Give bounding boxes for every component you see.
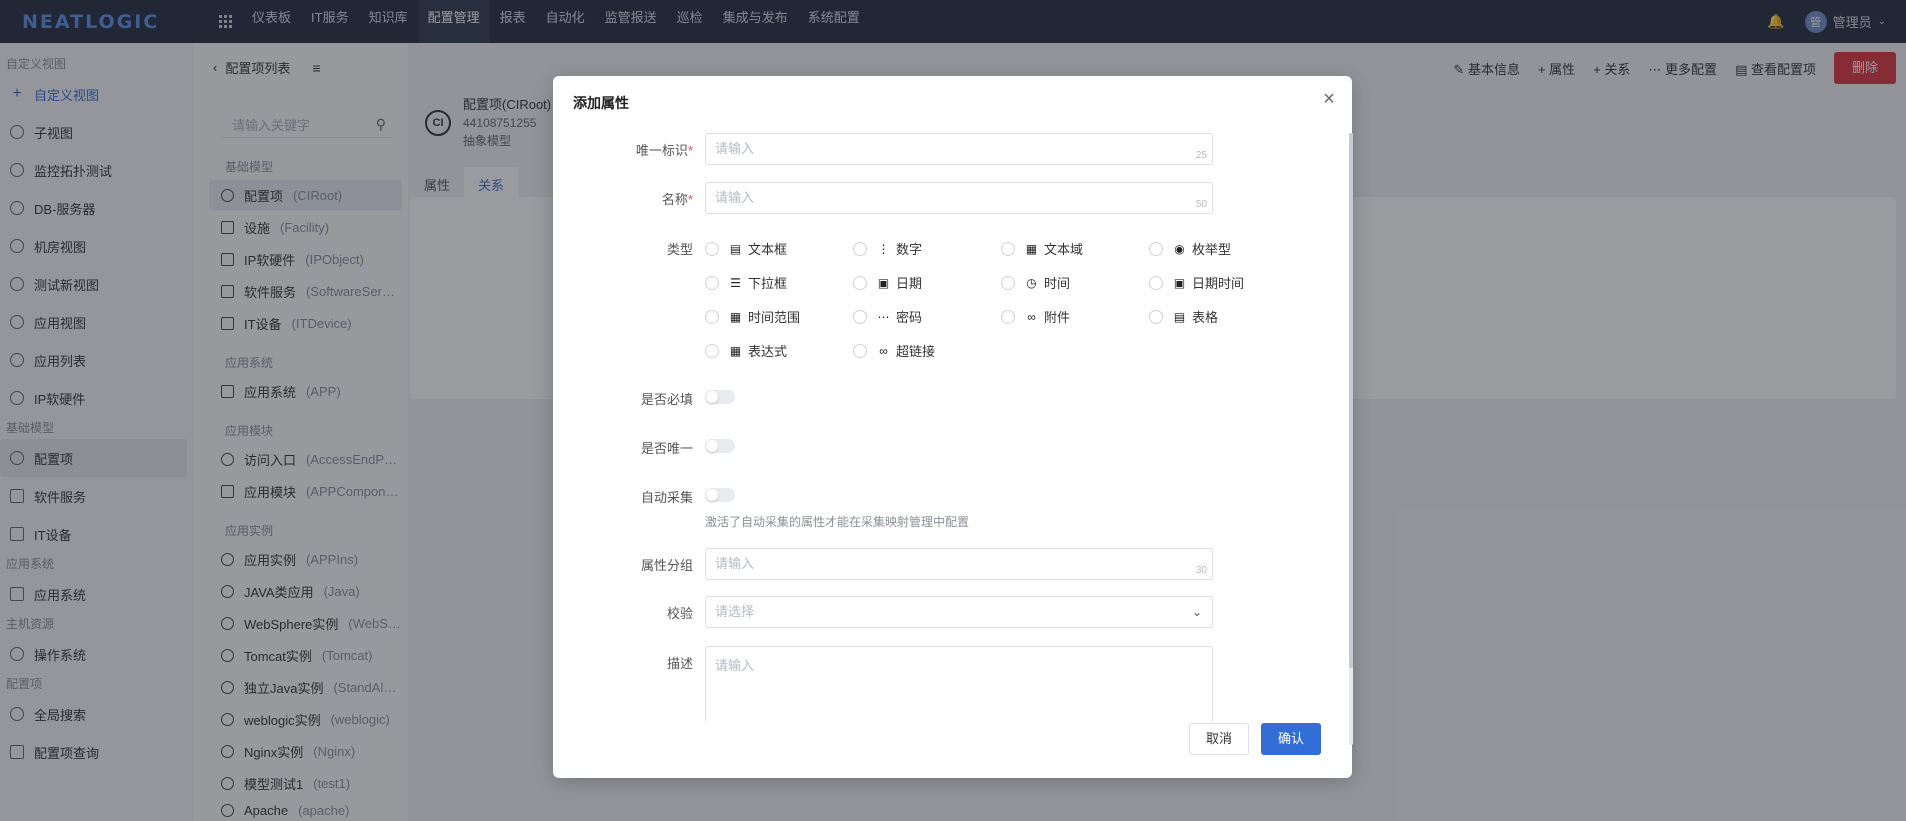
type-label-text: 文本框 [748, 242, 788, 257]
close-icon[interactable]: × [1318, 88, 1340, 110]
type-radio-hyperlink[interactable]: ∞ 超链接 [853, 341, 935, 360]
name-input[interactable]: 请输入 50 [705, 182, 1213, 214]
type-radio-textarea[interactable]: ▦ 文本域 [1001, 239, 1083, 258]
type-radio-textbox[interactable]: ▤ 文本框 [705, 239, 787, 258]
radio-dot [705, 275, 719, 290]
validate-select[interactable]: 请选择 ⌄ [705, 596, 1213, 628]
type-label-text: 表格 [1192, 310, 1219, 325]
radio-dot [1149, 275, 1163, 290]
grid-calendar-icon: ▦ [729, 309, 742, 324]
type-label-text: 日期 [896, 276, 923, 291]
type-radio-datetime[interactable]: ▣ 日期时间 [1149, 273, 1244, 292]
type-radio-date[interactable]: ▣ 日期 [853, 273, 922, 292]
list-icon: ☰ [730, 275, 741, 290]
type-label-text: 日期时间 [1192, 276, 1245, 291]
type-radio-select[interactable]: ☰ 下拉框 [705, 273, 787, 292]
radio-dot [705, 343, 719, 358]
type-label-text: 数字 [896, 242, 923, 257]
scrollbar-thumb[interactable] [1349, 133, 1353, 668]
dialog-scrollbar[interactable] [1349, 133, 1353, 745]
type-radio-number[interactable]: ⋮ 数字 [853, 239, 922, 258]
key-input[interactable]: 请输入 25 [705, 133, 1213, 165]
group-label: 属性分组 [640, 558, 693, 573]
radio-dot [1001, 309, 1015, 324]
required-mark: * [687, 143, 693, 158]
password-icon: ⋯ [877, 309, 890, 324]
radio-dot [853, 241, 867, 256]
type-label-text: 超链接 [896, 344, 936, 359]
type-label: 类型 [666, 242, 693, 257]
radio-checked-icon: ◉ [1174, 241, 1185, 256]
radio-dot [705, 309, 719, 324]
auto-collect-hint: 激活了自动采集的属性才能在采集映射管理中配置 [705, 515, 970, 529]
table-icon: ▤ [1173, 309, 1186, 324]
dialog-title: 添加属性 [573, 95, 629, 111]
paperclip-icon: ∞ [1027, 309, 1036, 324]
description-label: 描述 [666, 656, 693, 671]
type-radio-table[interactable]: ▤ 表格 [1149, 307, 1218, 326]
radio-dot [1001, 275, 1015, 290]
name-max-length: 50 [1195, 199, 1207, 210]
auto-collect-label: 自动采集 [640, 490, 693, 505]
auto-collect-toggle[interactable] [705, 488, 735, 502]
validate-placeholder: 请选择 [715, 604, 755, 619]
calendar-icon: ▣ [877, 275, 890, 290]
name-label: 名称* [553, 189, 693, 208]
dialog-footer: 取消 确认 [1188, 723, 1321, 755]
radio-dot [853, 309, 867, 324]
clock-icon: ◷ [1026, 275, 1037, 290]
validate-label: 校验 [666, 606, 693, 621]
radio-dot [1001, 241, 1015, 256]
name-label-text: 名称 [661, 192, 688, 207]
type-label-text: 表达式 [748, 344, 788, 359]
expression-icon: ▦ [729, 343, 742, 358]
key-label: 唯一标识* [553, 140, 693, 159]
type-radio-password[interactable]: ⋯ 密码 [853, 307, 922, 326]
key-label-text: 唯一标识 [635, 143, 688, 158]
type-radio-attachment[interactable]: ∞ 附件 [1001, 307, 1070, 326]
link-icon: ∞ [879, 343, 888, 358]
group-input[interactable]: 请输入 30 [705, 548, 1213, 580]
chevron-down-icon: ⌄ [1191, 605, 1202, 619]
text-icon: ▤ [729, 241, 742, 256]
radio-dot [1149, 309, 1163, 324]
type-radio-enum[interactable]: ◉ 枚举型 [1149, 239, 1231, 258]
type-radio-timerange[interactable]: ▦ 时间范围 [705, 307, 800, 326]
description-placeholder: 请输入 [715, 658, 755, 673]
group-max-length: 30 [1195, 565, 1207, 576]
type-label-text: 下拉框 [748, 276, 788, 291]
type-radio-expression[interactable]: ▦ 表达式 [705, 341, 787, 360]
key-placeholder: 请输入 [715, 141, 755, 156]
required-mark: * [687, 192, 693, 207]
type-label-text: 密码 [896, 310, 923, 325]
radio-dot [1149, 241, 1163, 256]
required-toggle[interactable] [705, 390, 735, 404]
group-placeholder: 请输入 [715, 556, 755, 571]
type-label-text: 文本域 [1044, 242, 1084, 257]
unique-label: 是否唯一 [640, 441, 693, 456]
required-label: 是否必填 [640, 392, 693, 407]
description-textarea[interactable]: 请输入 [705, 646, 1213, 723]
name-placeholder: 请输入 [715, 190, 755, 205]
radio-dot [853, 275, 867, 290]
number-icon: ⋮ [877, 241, 890, 256]
radio-dot [853, 343, 867, 358]
confirm-button[interactable]: 确认 [1260, 723, 1321, 755]
unique-toggle[interactable] [705, 439, 735, 453]
radio-dot [705, 241, 719, 256]
key-max-length: 25 [1195, 150, 1207, 161]
type-radio-time[interactable]: ◷ 时间 [1001, 273, 1070, 292]
type-label-text: 时间 [1044, 276, 1071, 291]
type-label-text: 时间范围 [748, 310, 801, 325]
textarea-icon: ▦ [1025, 241, 1038, 256]
type-label-text: 枚举型 [1192, 242, 1232, 257]
calendar-icon: ▣ [1173, 275, 1186, 290]
type-label-text: 附件 [1044, 310, 1071, 325]
cancel-button[interactable]: 取消 [1188, 723, 1249, 755]
add-attribute-dialog: 添加属性 × 唯一标识* 请输入 25 名称* 请输入 50 类型 ▤ 文本框 ⋮ 数字… [553, 76, 1353, 778]
